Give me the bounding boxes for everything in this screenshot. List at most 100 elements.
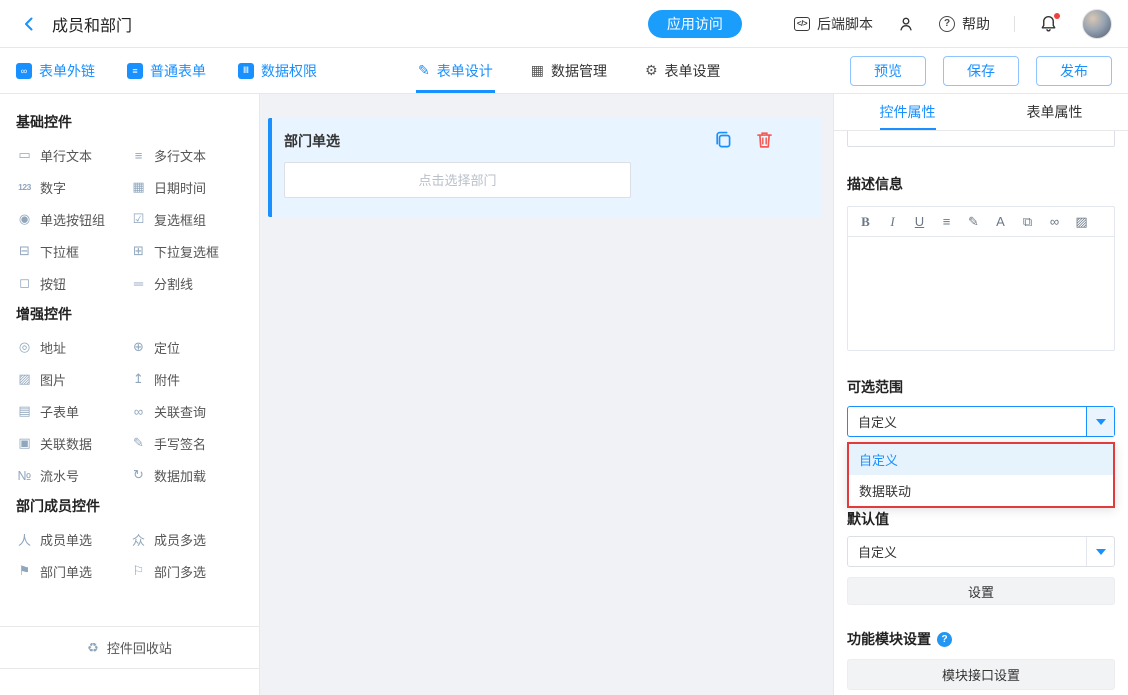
widget-recycle-bin[interactable]: ♻ 控件回收站 [0, 626, 259, 669]
linked-query-icon: ∞ [130, 404, 147, 419]
module-settings-label: 功能模块设置 [847, 632, 931, 647]
location-icon: ⊕ [130, 339, 147, 355]
align-icon[interactable]: ≡ [939, 214, 954, 229]
module-help-icon[interactable]: ? [937, 632, 952, 647]
tab-data-management[interactable]: ▦ 数据管理 [531, 48, 607, 93]
sidebar-item-multi-select[interactable]: ⊞下拉复选框 [130, 242, 244, 260]
default-value-label: 默认值 [847, 512, 1115, 527]
sidebar-item-attachment[interactable]: ↥附件 [130, 370, 244, 388]
form-design-icon: ✎ [418, 62, 430, 79]
sidebar-item-checkbox-group[interactable]: ☑复选框组 [130, 210, 244, 228]
code-icon: </> [794, 17, 810, 31]
sidebar-item-data-load[interactable]: ↻数据加载 [130, 466, 244, 484]
sidebar-item-select[interactable]: ⊟下拉框 [16, 242, 130, 260]
sidebar-item-subform[interactable]: ▤子表单 [16, 402, 130, 420]
notifications-button[interactable] [1039, 14, 1058, 33]
checkbox-group-icon: ☑ [130, 211, 147, 227]
link-icon[interactable]: ∞ [1047, 214, 1062, 229]
save-button[interactable]: 保存 [943, 56, 1019, 86]
page-title: 成员和部门 [52, 12, 132, 36]
button-widget-icon: ◻ [16, 275, 33, 291]
tab-normal-form[interactable]: ≡ 普通表单 [127, 61, 206, 81]
sidebar-item-linked-data[interactable]: ▣关联数据 [16, 434, 130, 452]
sidebar-item-radio-group[interactable]: ◉单选按钮组 [16, 210, 130, 228]
sidebar-item-linked-query[interactable]: ∞关联查询 [130, 402, 244, 420]
edit-icon[interactable]: ✎ [966, 214, 981, 230]
back-button[interactable] [20, 15, 38, 33]
avatar[interactable] [1082, 9, 1112, 39]
app-access-button[interactable]: 应用访问 [648, 10, 742, 38]
backend-script-button[interactable]: </> 后端脚本 [794, 14, 873, 34]
sidebar-item-number[interactable]: 123数字 [16, 178, 130, 196]
tab-external-link[interactable]: ∞ 表单外链 [16, 61, 95, 81]
sidebar-item-serial-number[interactable]: №流水号 [16, 466, 130, 484]
range-select-caret[interactable] [1086, 407, 1114, 436]
divider-icon: ═ [130, 276, 147, 291]
insert-image-icon[interactable]: ▨ [1074, 214, 1089, 230]
dropdown-option-data-linkage[interactable]: 数据联动 [849, 475, 1113, 506]
set-default-button[interactable]: 设置 [847, 577, 1115, 605]
sidebar-item-single-line-text[interactable]: ▭单行文本 [16, 146, 130, 164]
bold-icon[interactable]: B [858, 214, 873, 230]
subform-icon: ▤ [16, 403, 33, 419]
italic-icon[interactable]: I [885, 214, 900, 230]
sidebar-item-member-single[interactable]: 人成员单选 [16, 530, 130, 548]
dept-multi-icon: ⚐ [130, 563, 147, 579]
default-value-select[interactable]: 自定义 [847, 536, 1115, 567]
duplicate-field-button[interactable] [713, 129, 734, 150]
range-dropdown-menu: 自定义 数据联动 [847, 442, 1115, 508]
radio-group-icon: ◉ [16, 211, 33, 227]
member-icon [897, 15, 915, 33]
description-editor-body[interactable] [848, 237, 1114, 350]
sidebar-item-multi-line-text[interactable]: ≡多行文本 [130, 146, 244, 164]
header-divider [1014, 16, 1015, 32]
section-enhanced-widgets: 增强控件 [16, 306, 259, 322]
sidebar-item-member-multi[interactable]: 众成员多选 [130, 530, 244, 548]
department-picker-input[interactable] [284, 162, 631, 198]
delete-field-button[interactable] [754, 129, 775, 150]
data-load-icon: ↻ [130, 467, 147, 483]
chevron-down-icon [1096, 419, 1106, 425]
sidebar-item-address[interactable]: ◎地址 [16, 338, 130, 356]
sidebar-item-dept-multi[interactable]: ⚐部门多选 [130, 562, 244, 580]
tab-form-settings[interactable]: ⚙ 表单设置 [645, 48, 721, 93]
preview-button[interactable]: 预览 [850, 56, 926, 86]
sidebar-item-location[interactable]: ⊕定位 [130, 338, 244, 356]
selected-field-dept-single[interactable]: 部门单选 [268, 118, 821, 217]
tab-data-permission[interactable]: Ⅲ 数据权限 [238, 61, 317, 81]
clone-icon[interactable]: ⧉ [1020, 214, 1035, 230]
tab-form-properties[interactable]: 表单属性 [981, 94, 1128, 130]
publish-button[interactable]: 发布 [1036, 56, 1112, 86]
tab-form-design[interactable]: ✎ 表单设计 [418, 48, 493, 93]
help-button[interactable]: ? 帮助 [939, 14, 990, 34]
section-member-widgets: 部门成员控件 [16, 498, 259, 514]
tab-widget-properties[interactable]: 控件属性 [834, 94, 981, 130]
module-api-button[interactable]: 模块接口设置 [847, 659, 1115, 690]
sidebar-item-dept-single[interactable]: ⚑部门单选 [16, 562, 130, 580]
single-line-text-icon: ▭ [16, 147, 33, 163]
default-select-caret[interactable] [1086, 537, 1114, 566]
notification-badge [1054, 13, 1060, 19]
question-icon: ? [939, 16, 955, 32]
sidebar-item-button[interactable]: ◻按钮 [16, 274, 130, 292]
member-button[interactable] [897, 15, 915, 33]
range-select-value: 自定义 [848, 412, 1086, 431]
data-management-icon: ▦ [531, 62, 544, 79]
copy-icon [713, 129, 734, 150]
member-multi-icon: 众 [130, 530, 147, 549]
datetime-icon: ▦ [130, 179, 147, 195]
form-toolbar: ∞ 表单外链 ≡ 普通表单 Ⅲ 数据权限 ✎ 表单设计 ▦ 数据管理 ⚙ 表单设… [0, 48, 1128, 94]
dropdown-option-custom[interactable]: 自定义 [849, 444, 1113, 475]
field-title-input-partial[interactable] [847, 131, 1115, 147]
image-widget-icon: ▨ [16, 371, 33, 387]
dept-single-icon: ⚑ [16, 563, 33, 579]
underline-icon[interactable]: U [912, 214, 927, 229]
font-color-icon[interactable]: A [993, 214, 1008, 229]
sidebar-item-datetime[interactable]: ▦日期时间 [130, 178, 244, 196]
sidebar-item-image[interactable]: ▨图片 [16, 370, 130, 388]
form-canvas[interactable]: 部门单选 [260, 94, 833, 695]
sidebar-item-signature[interactable]: ✎手写签名 [130, 434, 244, 452]
default-select-value: 自定义 [848, 542, 1086, 561]
range-select[interactable]: 自定义 [847, 406, 1115, 437]
sidebar-item-divider[interactable]: ═分割线 [130, 274, 244, 292]
